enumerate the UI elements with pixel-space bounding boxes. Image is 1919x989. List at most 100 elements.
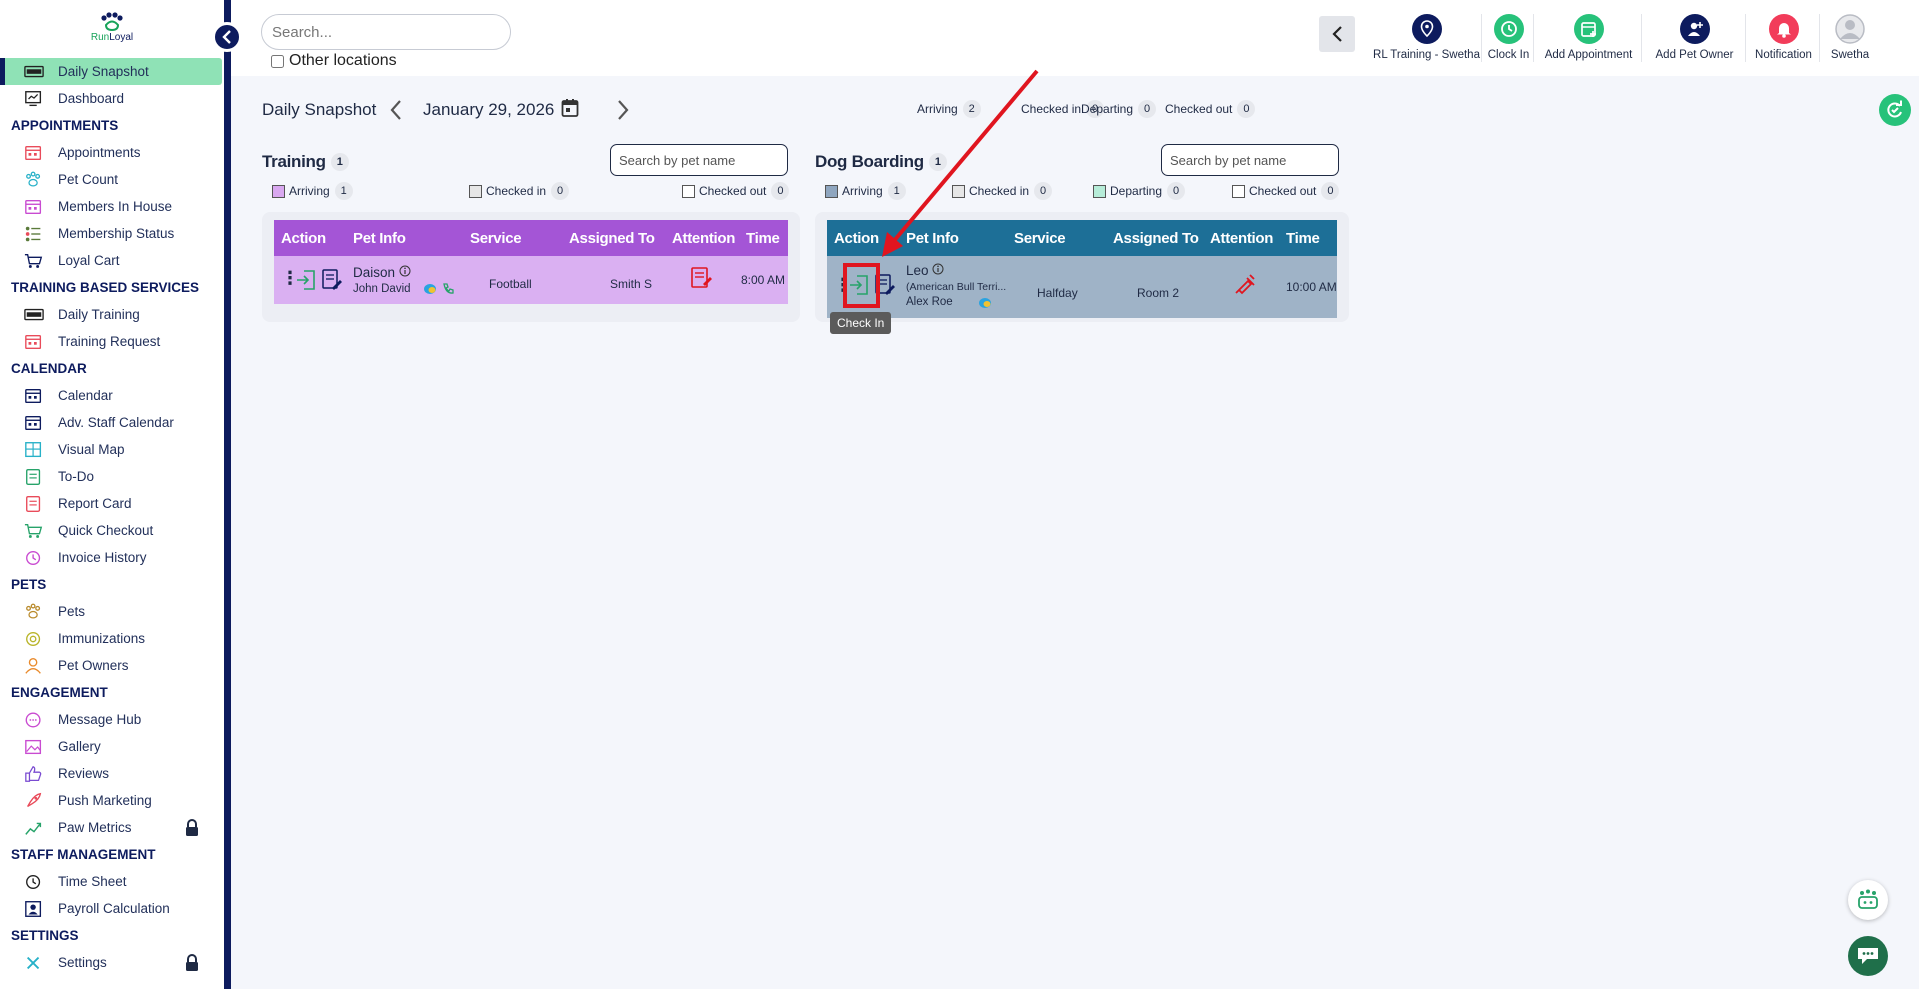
calendar-plus-icon — [1573, 14, 1604, 44]
sidebar-item-payroll-calculation[interactable]: Payroll Calculation — [0, 895, 224, 922]
refresh-button[interactable] — [1879, 94, 1911, 126]
chevron-left-icon — [1332, 26, 1342, 42]
collapse-sidebar-button[interactable] — [212, 22, 242, 52]
training-search-input[interactable] — [610, 144, 788, 176]
sidebar-item-immunizations[interactable]: Immunizations — [0, 625, 224, 652]
column-header-service: Service — [470, 229, 522, 247]
add-appointment-button[interactable]: Add Appointment — [1536, 14, 1642, 62]
owner-name[interactable]: Alex Roe — [906, 296, 953, 308]
sidebar-item-quick-checkout[interactable]: Quick Checkout — [0, 517, 224, 544]
sidebar-item-time-sheet[interactable]: Time Sheet — [0, 868, 224, 895]
prev-date-button[interactable] — [386, 96, 406, 124]
sidebar-item-appointments[interactable]: Appointments — [0, 139, 224, 166]
vaccination-alert-icon[interactable] — [1232, 273, 1256, 300]
help-widget-button[interactable] — [1848, 880, 1888, 920]
sidebar-item-paw-metrics[interactable]: Paw Metrics — [0, 814, 224, 841]
sidebar-item-label: Gallery — [58, 739, 101, 754]
table-row[interactable]: ⋮ Daison John David Football Smith S 8:0… — [274, 256, 788, 304]
sidebar-item-to-do[interactable]: To-Do — [0, 463, 224, 490]
sidebar-edge — [224, 0, 231, 989]
sidebar-item-calendar[interactable]: Calendar — [0, 382, 224, 409]
boarding-legend-departing[interactable]: Departing 0 — [1093, 182, 1186, 200]
adv-staff-calendar-icon — [24, 414, 44, 432]
boarding-legend-arriving[interactable]: Arriving 1 — [825, 182, 906, 200]
other-locations-check[interactable] — [271, 54, 284, 68]
info-icon[interactable] — [932, 263, 944, 278]
sidebar-item-message-hub[interactable]: Message Hub — [0, 706, 224, 733]
count-badge: 1 — [334, 182, 353, 200]
message-icon[interactable] — [978, 297, 992, 312]
sidebar-item-pet-count[interactable]: Pet Count — [0, 166, 224, 193]
message-icon[interactable] — [423, 283, 437, 298]
pet-owners-icon — [24, 657, 44, 675]
profile-label: Swetha — [1830, 49, 1870, 61]
training-table: Action Pet Info Service Assigned To Attentio… — [274, 220, 788, 304]
training-legend-checked-in[interactable]: Checked in 0 — [469, 182, 570, 200]
push-marketing-icon — [24, 792, 44, 810]
sidebar-item-label: Dashboard — [58, 91, 125, 106]
boarding-legend-checked-in[interactable]: Checked in 0 — [952, 182, 1053, 200]
user-plus-icon — [1679, 14, 1710, 44]
sidebar-item-gallery[interactable]: Gallery — [0, 733, 224, 760]
training-legend-arriving[interactable]: Arriving 1 — [272, 182, 353, 200]
sidebar-item-visual-map[interactable]: Visual Map — [0, 436, 224, 463]
report-card-icon[interactable] — [689, 266, 713, 293]
global-search-input[interactable] — [261, 14, 511, 50]
training-legend-checked-out[interactable]: Checked out 0 — [682, 182, 790, 200]
sidebar-section-appointments: APPOINTMENTS — [11, 118, 119, 133]
training-panel: Action Pet Info Service Assigned To Attentio… — [262, 212, 800, 322]
sidebar-item-dashboard[interactable]: Dashboard — [0, 85, 224, 112]
sidebar-item-adv-staff-calendar[interactable]: Adv. Staff Calendar — [0, 409, 224, 436]
boarding-legend-checked-out[interactable]: Checked out 0 — [1232, 182, 1340, 200]
sidebar-item-label: Quick Checkout — [58, 523, 154, 538]
pet-name[interactable]: Leo — [906, 263, 944, 278]
notes-icon[interactable] — [320, 268, 342, 295]
profile-button[interactable]: Swetha — [1822, 14, 1878, 62]
sidebar-item-members-in-house[interactable]: Members In House — [0, 193, 224, 220]
sidebar-section-engagement: ENGAGEMENT — [11, 685, 108, 700]
check-in-icon[interactable] — [294, 268, 318, 295]
column-header-attention: Attention — [1210, 229, 1274, 247]
runloyal-logo[interactable]: RunLoyal — [88, 12, 136, 54]
location-button[interactable]: RL Training - Swetha — [1372, 14, 1482, 62]
count-badge: 0 — [1167, 182, 1186, 200]
assigned-value: Room 2 — [1137, 286, 1180, 300]
sidebar-item-daily-snapshot[interactable]: Daily Snapshot — [0, 58, 222, 85]
back-button[interactable] — [1319, 16, 1355, 52]
sidebar-section-calendar: CALENDAR — [11, 361, 87, 376]
pet-name[interactable]: Daison — [353, 265, 411, 280]
sidebar-item-loyal-cart[interactable]: Loyal Cart — [0, 247, 224, 274]
sidebar-item-invoice-history[interactable]: Invoice History — [0, 544, 224, 571]
sidebar-item-push-marketing[interactable]: Push Marketing — [0, 787, 224, 814]
sidebar-item-label: Training Request — [58, 334, 161, 349]
next-date-button[interactable] — [613, 96, 633, 124]
boarding-search-input[interactable] — [1161, 144, 1339, 176]
table-row[interactable]: ⋮ Leo (American Bull Terri... Alex Roe H… — [827, 256, 1337, 318]
sidebar-item-label: To-Do — [58, 469, 95, 484]
sidebar-item-label: Paw Metrics — [58, 820, 132, 835]
sidebar-item-label: Immunizations — [58, 631, 146, 646]
sidebar-item-pets[interactable]: Pets — [0, 598, 224, 625]
sidebar-item-membership-status[interactable]: Membership Status — [0, 220, 224, 247]
column-header-assigned-to: Assigned To — [1113, 229, 1199, 247]
info-icon[interactable] — [399, 265, 411, 280]
column-header-attention: Attention — [672, 229, 736, 247]
sidebar-item-settings[interactable]: Settings — [0, 949, 224, 976]
clock-in-button[interactable]: Clock In — [1484, 14, 1534, 62]
phone-icon[interactable] — [442, 282, 455, 298]
sidebar-item-label: Daily Training — [58, 307, 140, 322]
gallery-icon — [24, 738, 44, 756]
membership-status-icon — [24, 225, 44, 243]
sidebar-item-training-request[interactable]: Training Request — [0, 328, 224, 355]
sidebar-item-report-card[interactable]: Report Card — [0, 490, 224, 517]
sidebar-item-daily-training[interactable]: Daily Training — [0, 301, 224, 328]
sidebar-item-label: Loyal Cart — [58, 253, 120, 268]
owner-name[interactable]: John David — [353, 283, 411, 295]
add-pet-owner-button[interactable]: Add Pet Owner — [1644, 14, 1746, 62]
sidebar-item-pet-owners[interactable]: Pet Owners — [0, 652, 224, 679]
calendar-picker-icon[interactable] — [561, 98, 579, 123]
chat-support-button[interactable] — [1848, 936, 1888, 976]
notification-button[interactable]: Notification — [1748, 14, 1820, 62]
sidebar-item-reviews[interactable]: Reviews — [0, 760, 224, 787]
other-locations-checkbox[interactable]: Other locations — [271, 52, 397, 70]
